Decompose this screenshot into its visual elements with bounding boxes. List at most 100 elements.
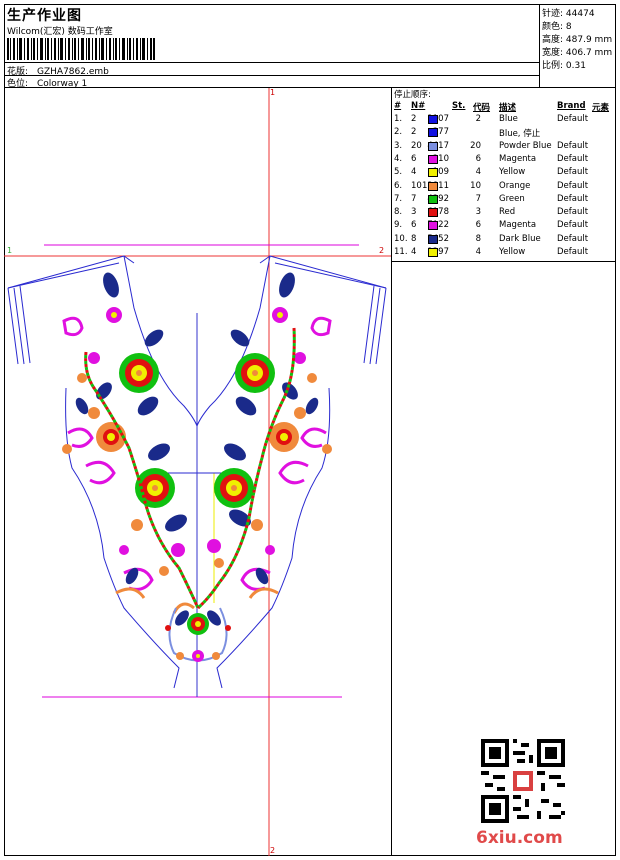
sheet-title: 生产作业图 xyxy=(7,8,82,24)
row-description: Blue xyxy=(499,114,518,124)
col-header-needle: N# xyxy=(411,101,426,111)
row-brand: Default xyxy=(557,207,589,218)
col-header-element: 元素 xyxy=(592,103,610,113)
color-swatch xyxy=(428,234,438,244)
row-index: 3. xyxy=(394,140,403,151)
row-needle: 3 xyxy=(411,207,417,218)
row-brand: Default xyxy=(557,247,589,257)
row-index: 10. xyxy=(394,233,408,244)
row-index: 2. xyxy=(394,127,403,138)
color-swatch xyxy=(428,181,438,191)
row-index: 7. xyxy=(394,193,403,204)
stop-sequence-row: 8. 3 6178 3 Red Default xyxy=(392,207,616,220)
stop-sequence-row: 4. 6 210 6 Magenta Default xyxy=(392,154,616,167)
row-description: Green xyxy=(499,193,525,204)
design-width-value: 406.7 mm xyxy=(565,48,613,58)
row-code: 10 xyxy=(470,180,481,191)
color-swatch xyxy=(428,154,438,164)
row-index: 5. xyxy=(394,167,403,178)
guide-marker-right: 2 xyxy=(379,246,385,255)
col-header-brand: Brand xyxy=(557,101,586,111)
watermark-logo: 6xiu.com xyxy=(476,828,563,848)
col-header-code: 代码 xyxy=(473,103,491,113)
row-index: 8. xyxy=(394,207,403,218)
stitch-count: 针迹: 44474 xyxy=(542,9,595,19)
stitch-count-value: 44474 xyxy=(565,9,595,19)
row-code: 4 xyxy=(475,247,481,257)
row-description: Red xyxy=(499,207,516,218)
stop-sequence-row: 3. 20 4417 20 Powder Blue Default xyxy=(392,141,616,154)
embroidery-design xyxy=(4,88,391,856)
guide-marker-bottom: 2 xyxy=(270,846,276,855)
col-header-description: 描述 xyxy=(499,103,517,113)
row-description: Magenta xyxy=(499,220,537,231)
row-brand: Default xyxy=(557,193,589,204)
row-code: 7 xyxy=(475,193,481,204)
row-needle: 4 xyxy=(411,167,417,178)
row-needle: 6 xyxy=(411,220,417,231)
stop-sequence-row: 6.101281110OrangeDefault xyxy=(392,181,616,194)
color-swatch xyxy=(428,248,438,257)
header-divider xyxy=(4,62,540,63)
row-index: 11. xyxy=(394,247,408,257)
row-description: Yellow xyxy=(499,167,526,178)
row-index: 1. xyxy=(394,114,403,124)
row-code: 3 xyxy=(475,207,481,218)
row-needle: 10 xyxy=(411,180,422,191)
row-index: 4. xyxy=(394,153,403,164)
color-count: 颜色: 8 xyxy=(542,22,572,32)
row-brand: Default xyxy=(557,114,589,124)
design-width: 宽度: 406.7 mm xyxy=(542,48,613,58)
color-swatch xyxy=(428,221,438,231)
header-panel: 生产作业图 Wilcom(汇宏) 数码工作室 花版: GZHA7862.emb 色… xyxy=(4,4,540,89)
color-swatch xyxy=(428,194,438,204)
row-description: Yellow xyxy=(499,247,526,257)
row-description: Orange xyxy=(499,180,531,191)
col-header-stitches: St. xyxy=(452,101,466,111)
color-swatch xyxy=(428,141,438,151)
barcode xyxy=(7,38,155,60)
col-header-index: # xyxy=(394,101,402,111)
row-brand: Default xyxy=(557,167,589,178)
row-code: 6 xyxy=(475,153,481,164)
row-index: 6. xyxy=(394,180,403,191)
design-scale-value: 0.31 xyxy=(565,61,586,71)
stats-panel: 针迹: 44474 颜色: 8 高度: 487.9 mm 宽度: 406.7 m… xyxy=(540,4,616,88)
design-height-value: 487.9 mm xyxy=(565,35,613,45)
row-code: 2 xyxy=(475,114,481,124)
stop-sequence-title: 停止顺序: xyxy=(394,90,431,100)
guide-marker-left: 1 xyxy=(7,246,13,255)
color-swatch xyxy=(428,115,438,124)
row-code: 6 xyxy=(475,220,481,231)
row-description: Powder Blue xyxy=(499,140,552,151)
color-swatch xyxy=(428,168,438,178)
company-name: Wilcom(汇宏) 数码工作室 xyxy=(7,27,113,37)
row-needle: 7 xyxy=(411,193,417,204)
design-height: 高度: 487.9 mm xyxy=(542,35,613,45)
row-needle: 2 xyxy=(411,127,417,138)
row-needle: 8 xyxy=(411,233,417,244)
row-description: Blue, 停止 xyxy=(499,129,541,140)
stop-sequence-row: 2. 2 377 Blue, 停止 xyxy=(392,127,616,140)
row-description: Dark Blue xyxy=(499,233,541,244)
color-count-value: 8 xyxy=(565,22,572,32)
stop-sequence-row: 5. 4 109 4 Yellow Default xyxy=(392,167,616,180)
row-brand: Default xyxy=(557,233,589,244)
row-brand: Default xyxy=(557,153,589,164)
row-brand: Default xyxy=(557,140,589,151)
stop-sequence-row: 10. 8 5452 8 Dark Blue Default xyxy=(392,234,616,247)
guide-marker-top: 1 xyxy=(270,88,276,97)
row-brand: Default xyxy=(557,180,589,191)
row-needle: 4 xyxy=(411,247,417,257)
row-needle: 6 xyxy=(411,153,417,164)
color-swatch xyxy=(428,208,438,218)
color-swatch xyxy=(428,128,438,138)
row-index: 9. xyxy=(394,220,403,231)
design-scale: 比例: 0.31 xyxy=(542,61,586,71)
row-brand: Default xyxy=(557,220,589,231)
stop-sequence-row: 11. 4 1297 4 Yellow Default xyxy=(392,247,616,260)
stop-sequence-panel: 停止顺序: # N# St. 代码 描述 Brand 元素 1. 2 2 10 7 2 Bl… xyxy=(392,88,616,262)
row-code: 20 xyxy=(470,140,481,151)
row-description: Magenta xyxy=(499,153,537,164)
row-code: 4 xyxy=(475,167,481,178)
